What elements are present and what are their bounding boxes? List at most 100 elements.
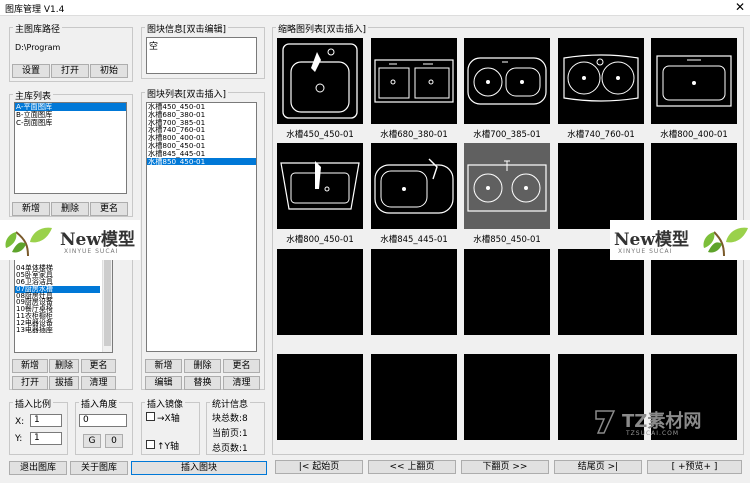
sink-drawing-icon xyxy=(374,158,454,214)
library-rename-button[interactable]: 更名 xyxy=(90,202,128,216)
category-scrollbar-thumb[interactable] xyxy=(104,258,111,346)
watermark-left: New模型 XINYUE SUCAI xyxy=(0,220,140,260)
thumbnail-cell[interactable] xyxy=(464,249,550,335)
close-icon[interactable]: ✕ xyxy=(735,0,745,14)
thumbnail-cell[interactable] xyxy=(558,143,644,229)
thumbnail-cell[interactable] xyxy=(371,143,457,229)
watermark-right-sub: XINYUE SUCAI xyxy=(618,248,673,255)
window-title: 图库管理 V1.4 xyxy=(5,5,65,15)
insert-mirror-label: 插入镜像 xyxy=(145,397,186,410)
thumbnail-caption: 水槽845_445-01 xyxy=(380,235,448,245)
scale-y-label: Y: xyxy=(15,434,23,444)
category-list-item[interactable]: 13电器插座 xyxy=(15,327,100,334)
category-rename-button[interactable]: 更名 xyxy=(81,359,116,373)
tz-logo-icon xyxy=(595,410,616,434)
scale-x-input[interactable]: 1 xyxy=(30,414,62,427)
thumbnail-cell[interactable] xyxy=(277,249,363,335)
mirror-y-label: ↑Y轴 xyxy=(157,442,180,452)
block-info-textbox[interactable]: 空 xyxy=(146,37,257,74)
thumbnail-cell[interactable] xyxy=(277,38,363,124)
watermark-right: New模型 XINYUE SUCAI xyxy=(610,220,750,260)
open-path-button[interactable]: 打开 xyxy=(51,64,89,78)
thumbnail-caption: 水槽700_385-01 xyxy=(473,130,541,140)
sink-drawing-icon xyxy=(563,54,639,102)
category-delete-button[interactable]: 删除 xyxy=(49,359,79,373)
thumbnail-cell[interactable] xyxy=(558,249,644,335)
mirror-y-checkbox[interactable] xyxy=(146,440,155,449)
angle-zero-button[interactable]: 0 xyxy=(105,434,123,448)
library-list-label: 主库列表 xyxy=(13,89,54,102)
block-clean-button[interactable]: 清理 xyxy=(223,376,260,390)
library-path-value: D:\Program xyxy=(15,43,61,52)
thumbnail-cell[interactable] xyxy=(651,249,737,335)
block-add-button[interactable]: 新增 xyxy=(145,359,182,373)
block-info-label: 图块信息[双击编辑] xyxy=(145,22,229,35)
thumbnail-cell[interactable] xyxy=(558,38,644,124)
block-rename-button[interactable]: 更名 xyxy=(223,359,260,373)
main-library-path-label: 主图库路径 xyxy=(13,22,63,35)
insert-scale-label: 插入比例 xyxy=(13,397,54,410)
sink-drawing-icon xyxy=(282,43,358,119)
library-add-button[interactable]: 新增 xyxy=(12,202,50,216)
category-open-button[interactable]: 打开 xyxy=(12,376,48,390)
scale-x-label: X: xyxy=(15,417,25,427)
library-delete-button[interactable]: 删除 xyxy=(51,202,89,216)
about-library-button[interactable]: 关于图库 xyxy=(70,461,128,475)
insert-angle-label: 插入角度 xyxy=(79,397,120,410)
library-listbox[interactable]: A-平面图库 B-立面图库 C-剖面图库 xyxy=(14,102,127,194)
category-plug-button[interactable]: 拔插 xyxy=(49,376,79,390)
block-edit-button[interactable]: 编辑 xyxy=(145,376,182,390)
sink-drawing-icon xyxy=(467,160,547,212)
thumbnail-caption: 水槽680_380-01 xyxy=(380,130,448,140)
thumbnail-cell[interactable] xyxy=(651,38,737,124)
thumbnail-caption: 水槽800_450-01 xyxy=(286,235,354,245)
first-page-button[interactable]: |< 起始页 xyxy=(275,460,363,474)
thumbnail-cell[interactable] xyxy=(371,249,457,335)
thumbnail-cell[interactable] xyxy=(371,354,457,440)
stats-current-page: 当前页:1 xyxy=(212,429,248,439)
category-clean-button[interactable]: 清理 xyxy=(81,376,116,390)
watermark-left-sub: XINYUE SUCAI xyxy=(64,248,119,255)
thumbnail-cell[interactable] xyxy=(464,354,550,440)
prev-page-button[interactable]: << 上翻页 xyxy=(368,460,456,474)
thumbnail-cell[interactable] xyxy=(464,143,550,229)
last-page-button[interactable]: 结尾页 >| xyxy=(554,460,642,474)
scale-y-input[interactable]: 1 xyxy=(30,432,62,445)
library-list-item[interactable]: C-剖面图库 xyxy=(15,118,126,127)
category-add-button[interactable]: 新增 xyxy=(12,359,48,373)
watermark-tz: TZ素材网 TZSUCAI.COM xyxy=(592,405,722,441)
next-page-button[interactable]: 下翻页 >> xyxy=(461,460,549,474)
angle-input[interactable]: 0 xyxy=(79,414,127,427)
mirror-x-label: →X轴 xyxy=(157,414,180,424)
sink-drawing-icon xyxy=(280,161,360,210)
leaf-logo-icon xyxy=(5,227,52,257)
block-replace-button[interactable]: 替换 xyxy=(184,376,221,390)
thumbnail-cell[interactable] xyxy=(464,38,550,124)
stats-label: 统计信息 xyxy=(210,397,251,410)
insert-block-button[interactable]: 插入图块 xyxy=(131,461,267,475)
mirror-x-checkbox[interactable] xyxy=(146,412,155,421)
thumbnail-cell[interactable] xyxy=(371,38,457,124)
preview-button[interactable]: [ +预览+ ] xyxy=(647,460,742,474)
thumbnail-cell[interactable] xyxy=(277,354,363,440)
thumbnail-cell[interactable] xyxy=(651,143,737,229)
block-listbox[interactable]: 水槽450_450-01 水槽680_380-01 水槽700_385-01 水… xyxy=(146,102,257,352)
watermark-right-brand: New模型 xyxy=(614,230,689,250)
angle-g-button[interactable]: G xyxy=(83,434,101,448)
init-path-button[interactable]: 初始 xyxy=(90,64,128,78)
thumbnail-caption: 水槽740_760-01 xyxy=(567,130,635,140)
leaf-logo-icon xyxy=(703,227,748,257)
watermark-tz-sub: TZSUCAI.COM xyxy=(626,430,680,437)
sink-drawing-icon xyxy=(374,59,454,103)
thumbnail-cell[interactable] xyxy=(277,143,363,229)
thumbnail-caption: 水槽450_450-01 xyxy=(286,130,354,140)
block-list-item[interactable]: 水槽850_450-01 xyxy=(147,157,256,166)
watermark-left-brand: New模型 xyxy=(60,230,135,250)
thumbnail-caption: 水槽850_450-01 xyxy=(473,235,541,245)
title-bar: 图库管理 V1.4 ✕ xyxy=(0,0,750,16)
set-path-button[interactable]: 设置 xyxy=(12,64,50,78)
sink-drawing-icon xyxy=(656,55,732,107)
exit-library-button[interactable]: 退出图库 xyxy=(9,461,67,475)
block-delete-button[interactable]: 删除 xyxy=(184,359,221,373)
stats-total-pages: 总页数:1 xyxy=(212,444,248,454)
